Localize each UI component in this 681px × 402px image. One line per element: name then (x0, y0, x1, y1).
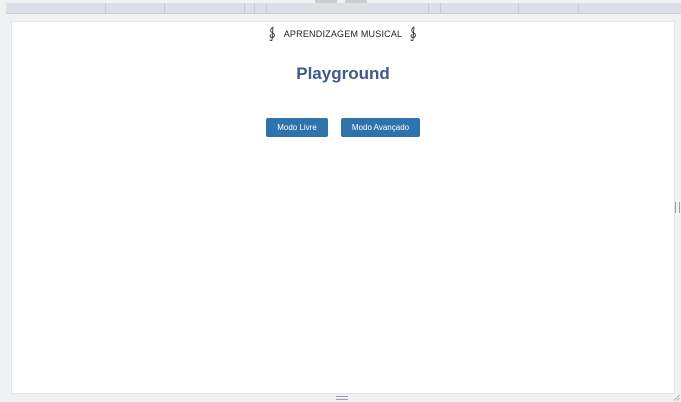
vertical-resize-grip-icon[interactable] (675, 202, 680, 213)
toolbar-divider (266, 3, 267, 13)
corner-resize-icon[interactable] (673, 394, 680, 401)
treble-clef-icon (269, 26, 275, 41)
toolbar-divider (164, 3, 165, 13)
treble-clef-icon (410, 26, 417, 41)
preview-frame: APRENDIZAGEM MUSICAL Playground Modo Liv… (11, 21, 675, 394)
brand-header: APRENDIZAGEM MUSICAL (12, 26, 674, 41)
top-toolbar (6, 3, 681, 14)
toolbar-divider (578, 3, 579, 13)
toolbar-divider (518, 3, 519, 13)
toolbar-divider (105, 3, 106, 13)
page-title: Playground (296, 64, 390, 83)
mode-selector: Modo Livre Modo Avançado (12, 118, 674, 137)
horizontal-resize-grip-icon[interactable] (336, 396, 348, 400)
toolbar-divider (254, 3, 255, 13)
advanced-mode-button[interactable]: Modo Avançado (341, 118, 420, 137)
toolbar-divider (244, 3, 245, 13)
toolbar-divider (440, 3, 441, 13)
top-drag-handle[interactable] (345, 0, 367, 3)
toolbar-divider (428, 3, 429, 13)
free-mode-button[interactable]: Modo Livre (266, 118, 328, 137)
top-drag-handle[interactable] (315, 0, 337, 3)
brand-name: APRENDIZAGEM MUSICAL (283, 28, 403, 39)
